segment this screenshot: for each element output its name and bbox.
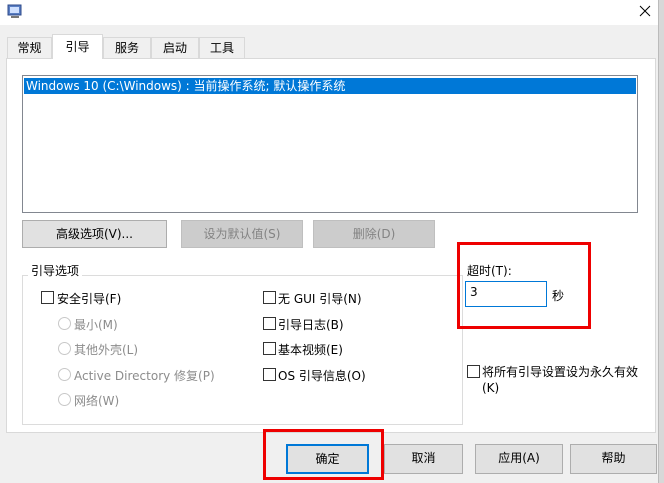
- no-gui-boot-checkbox[interactable]: [263, 291, 276, 304]
- tab-tools[interactable]: 工具: [199, 37, 245, 59]
- minimal-radio[interactable]: [58, 317, 71, 330]
- alternate-shell-label: 其他外壳(L): [74, 343, 139, 357]
- cancel-button[interactable]: 取消: [384, 444, 463, 474]
- boot-log-label: 引导日志(B): [278, 318, 344, 332]
- highlight-box-timeout: [457, 242, 591, 329]
- list-item[interactable]: Windows 10 (C:\Windows) : 当前操作系统; 默认操作系统: [24, 78, 636, 94]
- boot-options-title: 引导选项: [28, 262, 83, 279]
- tab-services[interactable]: 服务: [103, 37, 151, 59]
- advanced-options-button[interactable]: 高级选项(V)...: [22, 220, 167, 248]
- alternate-shell-radio[interactable]: [58, 342, 71, 355]
- delete-button[interactable]: 删除(D): [313, 220, 435, 248]
- os-boot-info-label: OS 引导信息(O): [278, 369, 366, 383]
- boot-os-list[interactable]: Windows 10 (C:\Windows) : 当前操作系统; 默认操作系统: [22, 75, 638, 213]
- make-permanent-label: 将所有引导设置设为永久有效: [482, 365, 639, 379]
- help-button[interactable]: 帮助: [570, 444, 657, 474]
- network-label: 网络(W): [74, 394, 120, 408]
- tab-general[interactable]: 常规: [7, 37, 52, 59]
- safe-boot-label: 安全引导(F): [57, 292, 122, 306]
- safe-boot-checkbox[interactable]: [41, 291, 54, 304]
- make-permanent-label-key: (K): [482, 381, 500, 395]
- ad-repair-label: Active Directory 修复(P): [74, 369, 215, 383]
- tab-startup[interactable]: 启动: [151, 37, 199, 59]
- os-boot-info-checkbox[interactable]: [263, 368, 276, 381]
- close-icon[interactable]: [639, 5, 651, 17]
- highlight-box-ok: [263, 429, 384, 480]
- no-gui-boot-label: 无 GUI 引导(N): [278, 292, 362, 306]
- base-video-checkbox[interactable]: [263, 342, 276, 355]
- base-video-label: 基本视频(E): [278, 343, 343, 357]
- network-radio[interactable]: [58, 393, 71, 406]
- apply-button[interactable]: 应用(A): [475, 444, 563, 474]
- window-edge: [658, 0, 664, 483]
- boot-log-checkbox[interactable]: [263, 317, 276, 330]
- system-config-icon: [7, 4, 22, 18]
- tab-boot[interactable]: 引导: [52, 34, 103, 59]
- make-permanent-checkbox[interactable]: [467, 365, 480, 378]
- title-bar: [0, 0, 658, 25]
- ad-repair-radio[interactable]: [58, 368, 71, 381]
- set-default-button[interactable]: 设为默认值(S): [181, 220, 303, 248]
- minimal-label: 最小(M): [74, 318, 118, 332]
